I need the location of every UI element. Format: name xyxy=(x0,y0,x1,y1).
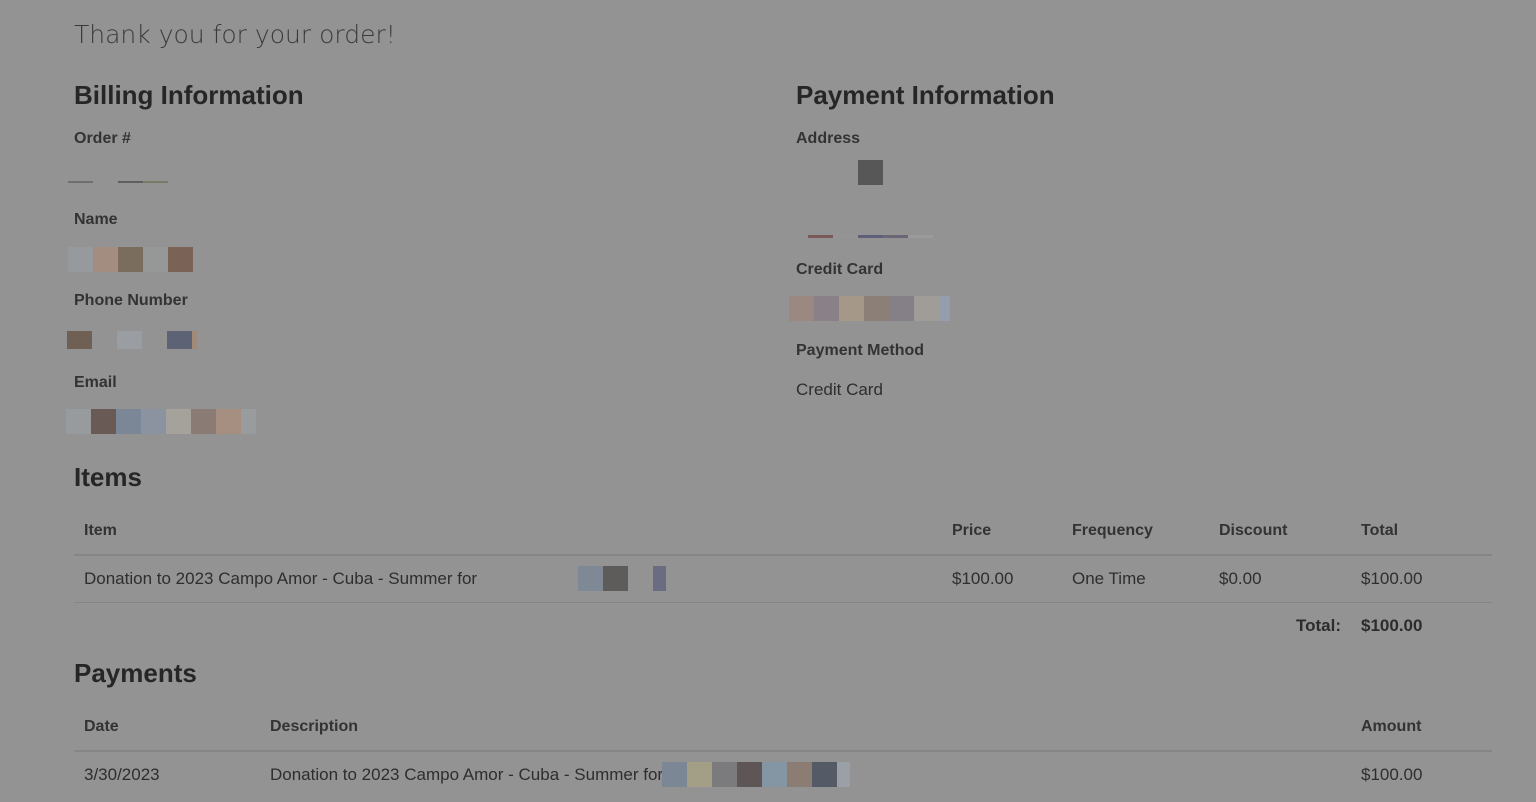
payment-method-value: Credit Card xyxy=(796,380,883,399)
payment-description: Donation to 2023 Campo Amor - Cuba - Sum… xyxy=(270,765,664,784)
items-col-price: Price xyxy=(952,522,992,539)
items-total-value: $100.00 xyxy=(1361,616,1423,635)
item-frequency: One Time xyxy=(1072,569,1146,588)
order-number-label: Order # xyxy=(74,130,131,147)
payment-method-label: Payment Method xyxy=(796,342,925,359)
email-label: Email xyxy=(74,374,117,391)
item-discount: $0.00 xyxy=(1219,569,1262,588)
item-name-cell: Donation to 2023 Campo Amor - Cuba - Sum… xyxy=(74,555,942,603)
table-row: Donation to 2023 Campo Amor - Cuba - Sum… xyxy=(74,555,1492,603)
address-label: Address xyxy=(796,130,861,147)
address-redacted-line2 xyxy=(808,235,933,238)
item-name-redacted xyxy=(578,566,666,591)
email-redacted xyxy=(66,409,256,434)
payment-description-redacted xyxy=(662,762,850,787)
items-heading: Items xyxy=(74,462,142,492)
payments-col-date: Date xyxy=(84,718,119,735)
name-label: Name xyxy=(74,211,118,228)
items-total-label: Total: xyxy=(1295,616,1341,635)
items-col-frequency: Frequency xyxy=(1072,522,1153,539)
billing-info-heading: Billing Information xyxy=(74,80,304,110)
payment-date: 3/30/2023 xyxy=(84,765,160,784)
phone-redacted xyxy=(67,331,197,349)
credit-card-redacted xyxy=(789,296,950,321)
thank-you-message: Thank you for your order! xyxy=(74,20,396,49)
item-price: $100.00 xyxy=(952,569,1014,588)
item-total: $100.00 xyxy=(1361,569,1423,588)
order-number-redacted xyxy=(68,181,168,183)
items-table: Item Price Frequency Discount Total Dona… xyxy=(74,508,1492,649)
items-col-discount: Discount xyxy=(1219,522,1288,539)
payments-col-description: Description xyxy=(270,718,359,735)
table-row: 3/30/2023 Donation to 2023 Campo Amor - … xyxy=(74,751,1492,798)
credit-card-label: Credit Card xyxy=(796,261,884,278)
payment-amount: $100.00 xyxy=(1361,765,1423,784)
address-redacted-line1 xyxy=(858,160,883,185)
payments-table: Date Description Amount 3/30/2023 Donati… xyxy=(74,704,1492,798)
payment-description-cell: Donation to 2023 Campo Amor - Cuba - Sum… xyxy=(260,751,1351,798)
items-col-total: Total xyxy=(1361,522,1399,539)
payment-info-heading: Payment Information xyxy=(796,80,1055,110)
items-col-item: Item xyxy=(84,522,117,539)
items-total-row: Total: $100.00 xyxy=(74,603,1492,650)
item-name: Donation to 2023 Campo Amor - Cuba - Sum… xyxy=(84,569,478,588)
payments-col-amount: Amount xyxy=(1361,718,1422,735)
name-redacted xyxy=(68,247,193,272)
phone-label: Phone Number xyxy=(74,292,188,309)
payments-heading: Payments xyxy=(74,658,197,688)
